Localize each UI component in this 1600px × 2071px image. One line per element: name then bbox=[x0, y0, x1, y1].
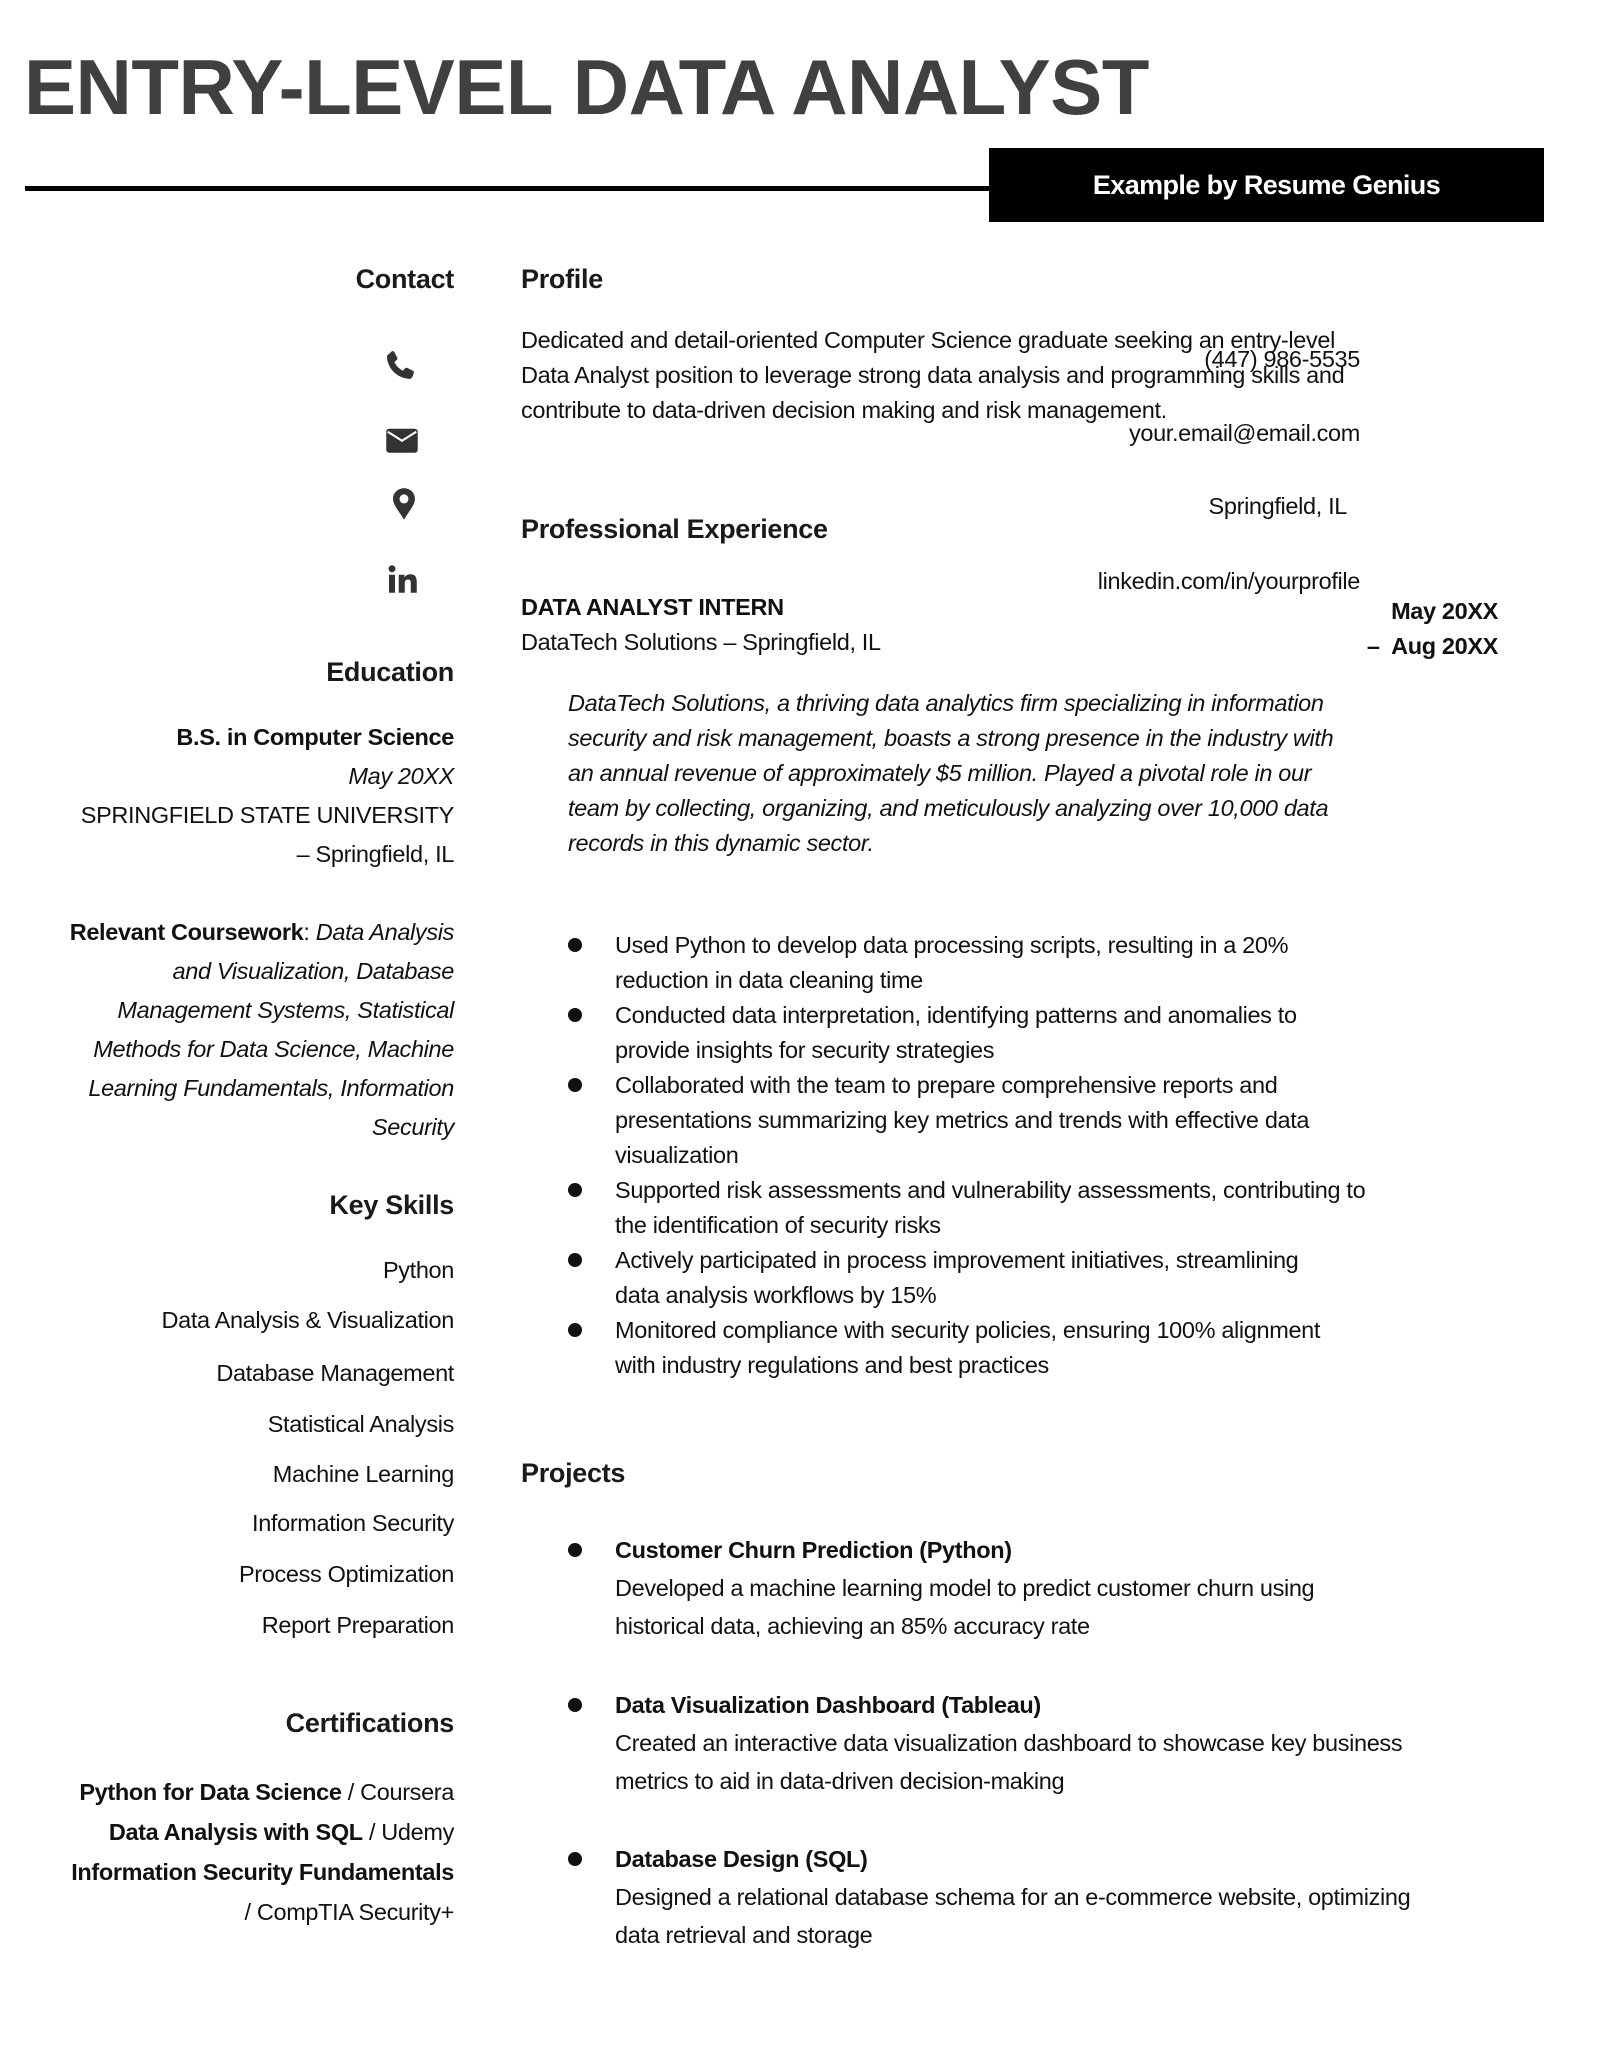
profile-line: Data Analyst position to leverage strong… bbox=[521, 362, 1345, 388]
bullet-dot bbox=[568, 1183, 582, 1197]
contact-heading: Contact bbox=[355, 264, 455, 294]
job-bullet-line: data analysis workflows by 15% bbox=[615, 1282, 937, 1308]
coursework-line: Relevant Coursework: Data Analysis bbox=[69, 919, 455, 945]
skill-item: Machine Learning bbox=[272, 1461, 455, 1487]
job-bullet-line: Actively participated in process improve… bbox=[615, 1247, 1299, 1273]
education-date: May 20XX bbox=[348, 763, 454, 789]
job-bullet-line: presentations summarizing key metrics an… bbox=[615, 1107, 1310, 1133]
education-degree: B.S. in Computer Science bbox=[176, 724, 454, 750]
education-school: SPRINGFIELD STATE UNIVERSITY bbox=[80, 802, 455, 828]
job-description-line: records in this dynamic sector. bbox=[568, 830, 874, 856]
certification-item: Data Analysis with SQL / Udemy bbox=[108, 1819, 455, 1845]
bullet-dot bbox=[568, 1008, 582, 1022]
coursework-line: Learning Fundamentals, Information bbox=[88, 1075, 454, 1101]
example-badge-label: Example by Resume Genius bbox=[1092, 169, 1441, 200]
job-bullet-line: visualization bbox=[615, 1142, 739, 1168]
education-heading: Education bbox=[326, 657, 454, 687]
project-description-line: Developed a machine learning model to pr… bbox=[615, 1575, 1315, 1601]
project-description-line: Designed a relational database schema fo… bbox=[615, 1884, 1411, 1910]
resume-title: ENTRY-LEVEL DATA ANALYST bbox=[24, 43, 1149, 131]
job-bullet-line: Used Python to develop data processing s… bbox=[615, 932, 1289, 958]
job-bullet-line: Collaborated with the team to prepare co… bbox=[615, 1072, 1278, 1098]
contact-linkedin[interactable]: linkedin.com/in/yourprofile bbox=[1098, 564, 1361, 599]
bullet-dot bbox=[568, 1543, 582, 1557]
bullet-dot bbox=[568, 1078, 582, 1092]
certification-item: Python for Data Science / Coursera bbox=[79, 1779, 454, 1805]
project-description-line: metrics to aid in data-driven decision-m… bbox=[615, 1768, 1065, 1794]
certifications-heading: Certifications bbox=[285, 1708, 455, 1738]
skill-item: Python bbox=[382, 1257, 454, 1283]
experience-heading: Professional Experience bbox=[521, 514, 828, 544]
skills-heading: Key Skills bbox=[329, 1190, 454, 1220]
job-date-end: – Aug 20XX bbox=[1366, 633, 1498, 659]
project-description-line: Created an interactive data visualizatio… bbox=[615, 1730, 1403, 1756]
location-pin-icon bbox=[386, 486, 422, 522]
job-bullet-line: the identification of security risks bbox=[615, 1212, 941, 1238]
project-title: Data Visualization Dashboard (Tableau) bbox=[615, 1692, 1041, 1718]
bullet-dot bbox=[568, 1852, 582, 1866]
job-description-line: DataTech Solutions, a thriving data anal… bbox=[568, 690, 1324, 716]
bullet-dot bbox=[568, 1698, 582, 1712]
job-date-start: May 20XX bbox=[1391, 598, 1498, 624]
project-description-line: historical data, achieving an 85% accura… bbox=[615, 1613, 1090, 1639]
job-description-line: team by collecting, organizing, and meti… bbox=[568, 795, 1329, 821]
job-description-line: an annual revenue of approximately $5 mi… bbox=[568, 760, 1312, 786]
skill-item: Database Management bbox=[216, 1360, 454, 1386]
job-bullet-line: provide insights for security strategies bbox=[615, 1037, 995, 1063]
coursework-line: and Visualization, Database bbox=[172, 958, 455, 984]
bullet-dot bbox=[568, 1253, 582, 1267]
skill-item: Information Security bbox=[252, 1510, 454, 1536]
skill-item: Statistical Analysis bbox=[267, 1411, 455, 1437]
bullet-dot bbox=[568, 1323, 582, 1337]
linkedin-icon bbox=[386, 562, 422, 598]
coursework-label: Relevant Coursework bbox=[69, 919, 304, 945]
skill-item: Report Preparation bbox=[261, 1612, 455, 1638]
example-badge: Example by Resume Genius bbox=[989, 148, 1544, 222]
job-bullet-line: Conducted data interpretation, identifyi… bbox=[615, 1002, 1297, 1028]
bullet-dot bbox=[568, 938, 582, 952]
job-bullet-line: Supported risk assessments and vulnerabi… bbox=[615, 1177, 1366, 1203]
profile-line: contribute to data-driven decision makin… bbox=[521, 397, 1167, 423]
contact-location: Springfield, IL bbox=[1208, 493, 1348, 519]
profile-line: Dedicated and detail-oriented Computer S… bbox=[521, 327, 1335, 353]
phone-icon bbox=[382, 348, 418, 384]
certification-item: Information Security Fundamentals bbox=[71, 1859, 454, 1885]
job-company: DataTech Solutions – Springfield, IL bbox=[521, 629, 881, 655]
skill-item: Process Optimization bbox=[238, 1561, 454, 1587]
certification-issuer: / CompTIA Security+ bbox=[244, 1899, 455, 1925]
profile-heading: Profile bbox=[521, 264, 603, 294]
email-icon bbox=[384, 422, 420, 458]
job-bullet-line: with industry regulations and best pract… bbox=[615, 1352, 1049, 1378]
job-title: DATA ANALYST INTERN bbox=[521, 594, 784, 620]
job-bullet-line: reduction in data cleaning time bbox=[615, 967, 923, 993]
education-location: – Springfield, IL bbox=[296, 841, 455, 867]
skill-item: Data Analysis & Visualization bbox=[161, 1307, 455, 1333]
coursework-line: Methods for Data Science, Machine bbox=[93, 1036, 454, 1062]
project-title: Customer Churn Prediction (Python) bbox=[615, 1537, 1012, 1563]
project-description-line: data retrieval and storage bbox=[615, 1922, 873, 1948]
projects-heading: Projects bbox=[521, 1458, 626, 1488]
job-bullet-line: Monitored compliance with security polic… bbox=[615, 1317, 1321, 1343]
job-description-line: security and risk management, boasts a s… bbox=[568, 725, 1334, 751]
coursework-line: Management Systems, Statistical bbox=[117, 997, 454, 1023]
project-title: Database Design (SQL) bbox=[615, 1846, 868, 1872]
header-divider bbox=[25, 186, 990, 191]
coursework-line: Security bbox=[371, 1114, 454, 1140]
